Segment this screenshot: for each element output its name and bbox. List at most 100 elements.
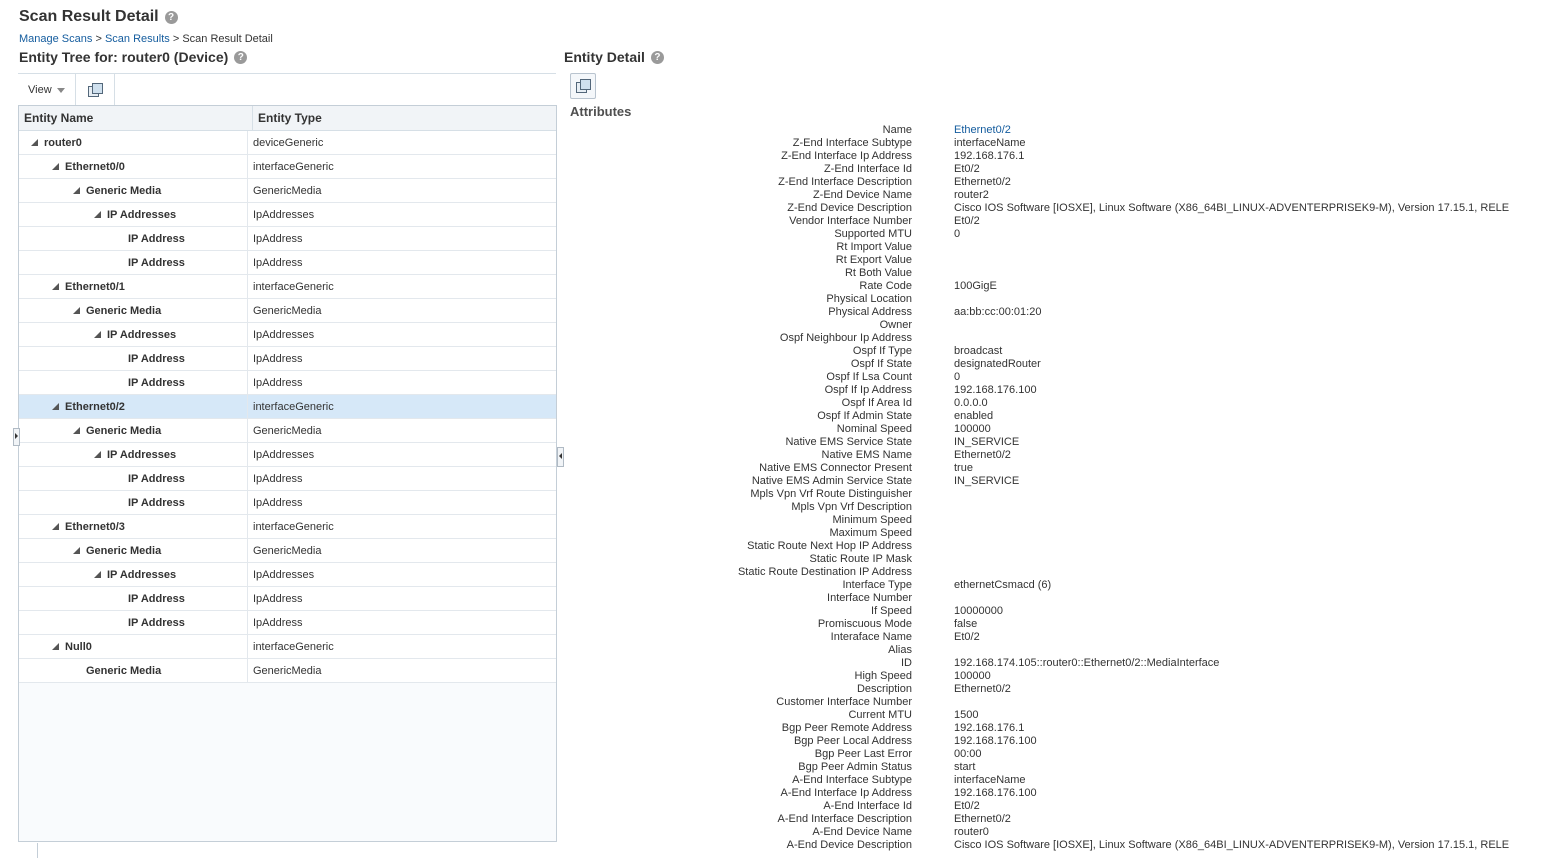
table-row[interactable]: IP Address IpAddress bbox=[19, 587, 556, 611]
table-row[interactable]: IP Address IpAddress bbox=[19, 611, 556, 635]
entity-name: Ethernet0/0 bbox=[65, 160, 125, 173]
attribute-row: Name Ethernet0/2 bbox=[560, 124, 1540, 137]
attribute-label: Rt Both Value bbox=[844, 267, 912, 279]
entity-name: IP Address bbox=[128, 472, 185, 485]
attribute-row: Minimum Speed bbox=[560, 514, 1540, 527]
table-row[interactable]: IP Address IpAddress bbox=[19, 371, 556, 395]
attribute-row: If Speed 10000000 bbox=[560, 605, 1540, 618]
attribute-row: Rt Import Value bbox=[560, 241, 1540, 254]
attribute-row: Ospf If Type broadcast bbox=[560, 345, 1540, 358]
attribute-label: Ospf If State bbox=[850, 358, 912, 370]
attribute-row: Z-End Interface Subtype interfaceName bbox=[560, 137, 1540, 150]
attribute-row: A-End Interface Description Ethernet0/2 bbox=[560, 813, 1540, 826]
expand-toggle-icon[interactable] bbox=[94, 571, 101, 578]
entity-name-cell: Ethernet0/3 bbox=[19, 515, 248, 538]
attribute-row: Interaface Name Et0/2 bbox=[560, 631, 1540, 644]
attribute-label: A-End Device Name bbox=[812, 826, 912, 838]
expand-toggle-icon[interactable] bbox=[31, 139, 38, 146]
chevron-down-icon bbox=[56, 87, 65, 93]
help-icon[interactable]: ? bbox=[164, 10, 178, 24]
table-row[interactable]: Ethernet0/2 interfaceGeneric bbox=[19, 395, 556, 419]
attribute-label: Ospf If Admin State bbox=[817, 410, 912, 422]
entity-type-cell: GenericMedia bbox=[253, 664, 322, 677]
expand-toggle-icon[interactable] bbox=[94, 331, 101, 338]
attribute-row: Mpls Vpn Vrf Description bbox=[560, 501, 1540, 514]
expand-toggle-icon[interactable] bbox=[52, 523, 59, 530]
table-row[interactable]: IP Address IpAddress bbox=[19, 467, 556, 491]
attribute-label: Mpls Vpn Vrf Route Distinguisher bbox=[750, 488, 912, 500]
attribute-row: Rt Export Value bbox=[560, 254, 1540, 267]
entity-type-cell: interfaceGeneric bbox=[253, 280, 334, 293]
attribute-label: Native EMS Name bbox=[821, 449, 912, 461]
attribute-label: Bgp Peer Local Address bbox=[793, 735, 912, 747]
expand-toggle-icon[interactable] bbox=[52, 163, 59, 170]
table-row[interactable]: Ethernet0/3 interfaceGeneric bbox=[19, 515, 556, 539]
expand-toggle-icon[interactable] bbox=[73, 427, 80, 434]
attribute-value-link[interactable]: Ethernet0/2 bbox=[954, 124, 1011, 137]
expand-toggle-icon[interactable] bbox=[94, 211, 101, 218]
breadcrumb-scan-results[interactable]: Scan Results bbox=[105, 33, 170, 45]
help-icon[interactable]: ? bbox=[234, 50, 248, 64]
table-row[interactable]: Ethernet0/1 interfaceGeneric bbox=[19, 275, 556, 299]
view-menu[interactable]: View bbox=[18, 74, 76, 106]
attribute-value: aa:bb:cc:00:01:20 bbox=[954, 306, 1042, 318]
detach-button[interactable] bbox=[76, 74, 115, 106]
table-row[interactable]: IP Address IpAddress bbox=[19, 491, 556, 515]
attribute-value: Ethernet0/2 bbox=[954, 449, 1011, 461]
expand-toggle-icon[interactable] bbox=[73, 307, 80, 314]
left-splitter-handle[interactable] bbox=[13, 428, 20, 446]
table-row[interactable]: IP Address IpAddress bbox=[19, 251, 556, 275]
expand-toggle-icon[interactable] bbox=[94, 451, 101, 458]
expand-toggle-icon[interactable] bbox=[52, 403, 59, 410]
attribute-row: Bgp Peer Local Address 192.168.176.100 bbox=[560, 735, 1540, 748]
page-title: Scan Result Detail ? bbox=[19, 8, 178, 26]
table-row[interactable]: Generic Media GenericMedia bbox=[19, 299, 556, 323]
table-row[interactable]: IP Addresses IpAddresses bbox=[19, 563, 556, 587]
table-row[interactable]: IP Address IpAddress bbox=[19, 227, 556, 251]
attribute-value: enabled bbox=[954, 410, 994, 422]
breadcrumb-manage-scans[interactable]: Manage Scans bbox=[19, 33, 92, 45]
table-row[interactable]: Generic Media GenericMedia bbox=[19, 539, 556, 563]
entity-type-cell: IpAddress bbox=[253, 616, 303, 629]
table-row[interactable]: Generic Media GenericMedia bbox=[19, 659, 556, 683]
help-icon[interactable]: ? bbox=[650, 50, 664, 64]
attribute-label: Static Route Destination IP Address bbox=[737, 566, 912, 578]
attribute-row: A-End Device Description Cisco IOS Softwa… bbox=[560, 839, 1540, 852]
attribute-label: Physical Location bbox=[826, 293, 912, 305]
table-row[interactable]: router0 deviceGeneric bbox=[19, 131, 556, 155]
table-row[interactable]: Generic Media GenericMedia bbox=[19, 179, 556, 203]
attribute-label: A-End Interface Subtype bbox=[792, 774, 912, 786]
column-header-entity-name[interactable]: Entity Name bbox=[19, 106, 253, 130]
table-header: Entity Name Entity Type bbox=[19, 106, 556, 131]
entity-type-cell: interfaceGeneric bbox=[253, 160, 334, 173]
table-row[interactable]: Generic Media GenericMedia bbox=[19, 419, 556, 443]
entity-type-cell: interfaceGeneric bbox=[253, 640, 334, 653]
table-row[interactable]: Null0 interfaceGeneric bbox=[19, 635, 556, 659]
expand-toggle-icon[interactable] bbox=[73, 547, 80, 554]
attribute-label: ID bbox=[901, 657, 912, 669]
attribute-row: Native EMS Service State IN_SERVICE bbox=[560, 436, 1540, 449]
expand-toggle-icon[interactable] bbox=[52, 643, 59, 650]
table-row[interactable]: IP Addresses IpAddresses bbox=[19, 323, 556, 347]
entity-name-cell: IP Addresses bbox=[19, 323, 248, 346]
table-row[interactable]: IP Address IpAddress bbox=[19, 347, 556, 371]
attribute-label: Name bbox=[882, 124, 912, 136]
expand-toggle-icon[interactable] bbox=[73, 187, 80, 194]
detail-detach-button[interactable] bbox=[570, 73, 596, 99]
entity-type-cell: IpAddress bbox=[253, 376, 303, 389]
attribute-value: Ethernet0/2 bbox=[954, 683, 1011, 695]
attribute-value: Cisco IOS Software [IOSXE], Linux Softwa… bbox=[954, 202, 1510, 214]
table-row[interactable]: IP Addresses IpAddresses bbox=[19, 443, 556, 467]
attribute-value: false bbox=[954, 618, 978, 630]
attribute-row: Mpls Vpn Vrf Route Distinguisher bbox=[560, 488, 1540, 501]
attribute-label: Bgp Peer Remote Address bbox=[781, 722, 912, 734]
table-row[interactable]: IP Addresses IpAddresses bbox=[19, 203, 556, 227]
attribute-value: Et0/2 bbox=[954, 163, 980, 175]
expand-toggle-icon[interactable] bbox=[52, 283, 59, 290]
attribute-label: Ospf Neighbour Ip Address bbox=[779, 332, 912, 344]
column-header-entity-type[interactable]: Entity Type bbox=[253, 106, 556, 130]
table-row[interactable]: Ethernet0/0 interfaceGeneric bbox=[19, 155, 556, 179]
attribute-value: 1500 bbox=[954, 709, 979, 721]
entity-type-cell: IpAddresses bbox=[253, 328, 315, 341]
attribute-label: Z-End Interface Id bbox=[823, 163, 912, 175]
